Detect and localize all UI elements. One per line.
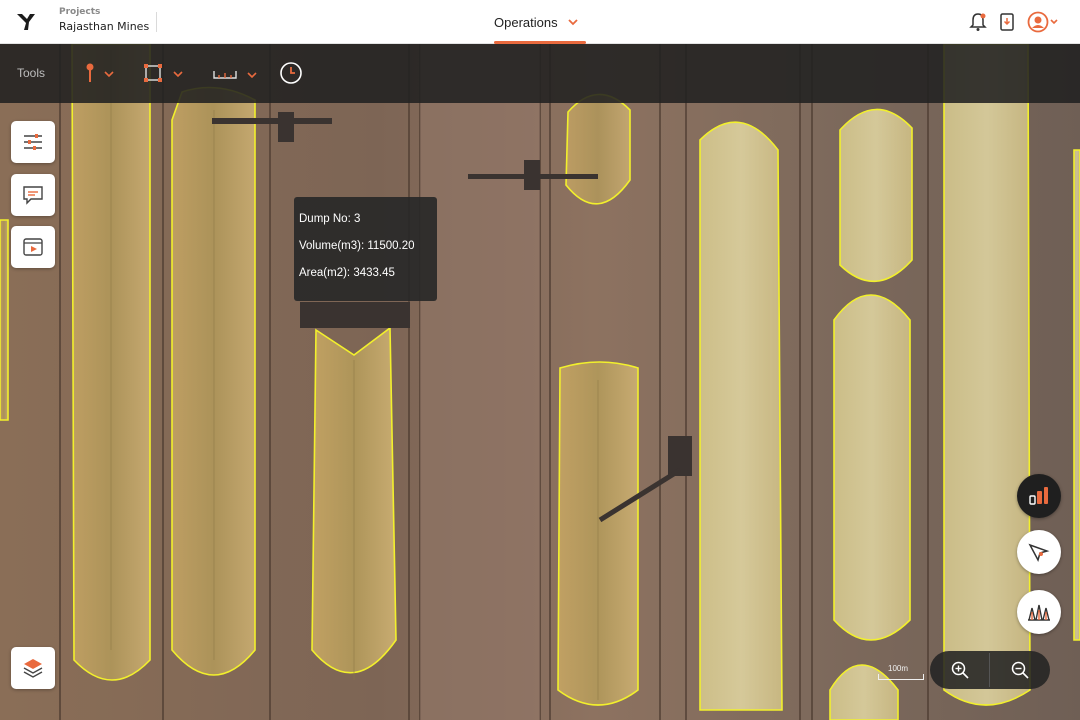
area-select-tool-icon (144, 64, 162, 82)
zoom-out-icon (1011, 661, 1029, 679)
stockpile-profile-button[interactable] (1017, 590, 1061, 634)
stockpile-chart-button[interactable] (1017, 474, 1061, 518)
project-selector[interactable]: Projects Rajasthan Mines (59, 7, 149, 33)
video-playback-icon (23, 238, 43, 256)
map-scale-bar: 100m (878, 664, 924, 680)
stockpile-profile-icon (1028, 604, 1050, 621)
comments-icon (23, 186, 43, 205)
chevron-down-icon (247, 72, 257, 79)
stockpile-chart-icon (1029, 487, 1048, 505)
project-caption: Projects (59, 7, 101, 17)
comments-button[interactable] (11, 174, 55, 216)
header-divider (156, 12, 157, 32)
filters-button[interactable] (11, 121, 55, 163)
logo-icon[interactable] (15, 11, 37, 33)
aerial-imagery (0, 44, 1080, 720)
layers-button[interactable] (11, 647, 55, 689)
chevron-down-icon (173, 71, 183, 78)
filters-sliders-icon (24, 134, 42, 150)
layers-icon (23, 659, 43, 678)
zoom-in-icon (951, 661, 969, 679)
scale-line (878, 674, 924, 680)
tools-label: Tools (17, 66, 46, 80)
tooltip-volume: Volume(m3): 11500.20 (299, 240, 415, 252)
pin-tool-button[interactable] (84, 60, 116, 86)
area-select-tool-button[interactable] (143, 60, 185, 86)
tooltip-area: Area(m2): 3433.45 (299, 267, 395, 279)
bell-icon[interactable] (967, 11, 989, 33)
history-tool-button[interactable] (279, 60, 303, 86)
tooltip-dump-number: Dump No: 3 (299, 213, 361, 225)
report-download-icon[interactable] (996, 11, 1018, 33)
measure-tool-icon (213, 71, 237, 79)
chevron-down-icon (568, 19, 578, 26)
tab-operations-label: Operations (494, 15, 558, 30)
map-canvas[interactable] (0, 44, 1080, 720)
project-name: Rajasthan Mines (59, 20, 150, 33)
user-avatar-icon[interactable] (1027, 11, 1061, 33)
top-header: Projects Rajasthan Mines Operations (0, 0, 1080, 44)
measure-tool-button[interactable] (213, 60, 259, 86)
scale-label: 100m (888, 664, 909, 673)
select-cursor-icon (1028, 543, 1050, 562)
stockpile-tooltip: Dump No: 3 Volume(m3): 11500.20 Area(m2)… (294, 197, 437, 301)
map-toolbar: Tools (0, 44, 1080, 103)
zoom-in-button[interactable] (930, 651, 990, 689)
zoom-controls (930, 651, 1050, 689)
select-cursor-button[interactable] (1017, 530, 1061, 574)
history-clock-icon (280, 62, 302, 84)
video-playback-button[interactable] (11, 226, 55, 268)
active-tab-indicator (494, 41, 586, 44)
zoom-out-button[interactable] (990, 651, 1050, 689)
pin-tool-icon (86, 63, 94, 82)
chevron-down-icon (104, 71, 114, 78)
